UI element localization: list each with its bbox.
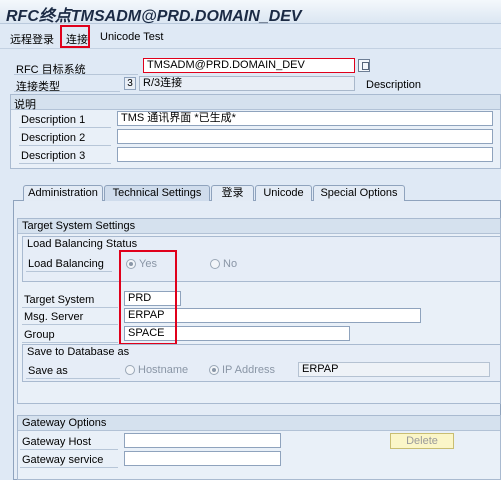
save-to-database-title: Save to Database as [27,346,130,358]
rfc-destination-field[interactable]: TMSADM@PRD.DOMAIN_DEV [143,58,355,73]
title-bar: RFC终点TMSADM@PRD.DOMAIN_DEV [0,0,501,25]
gateway-host-label: Gateway Host [22,436,92,448]
label-underline [22,342,118,343]
tab-special-options[interactable]: Special Options [313,185,405,201]
window-title: RFC终点TMSADM@PRD.DOMAIN_DEV [6,8,302,25]
tab-technical-settings[interactable]: Technical Settings [104,185,210,201]
msg-server-label: Msg. Server [24,311,84,323]
load-balancing-status-title: Load Balancing Status [27,238,138,250]
gateway-service-label: Gateway service [22,454,104,466]
gateway-service-field[interactable] [124,451,281,466]
label-underline [20,449,118,450]
label-underline [14,74,138,75]
label-underline [26,271,112,272]
target-system-settings-title: Target System Settings [22,220,136,232]
label-underline [19,127,111,128]
delete-button[interactable]: Delete [390,433,454,449]
save-as-hostname-label: Hostname [138,364,189,376]
load-balancing-label: Load Balancing [28,258,104,270]
description-section-title: 说明 [14,99,36,111]
description-1-field[interactable]: TMS 通讯界面 *已生成* [117,111,493,126]
label-underline [22,324,118,325]
description-section-header [11,95,500,110]
label-underline [14,91,120,92]
copy-icon[interactable] [358,59,370,72]
save-as-label: Save as [28,365,68,377]
gateway-options-title: Gateway Options [22,417,107,429]
target-system-label: Target System [24,294,95,306]
label-underline [19,145,111,146]
label-underline [26,378,120,379]
tab-logon[interactable]: 登录 [211,185,254,201]
label-underline [20,467,118,468]
description-3-field[interactable] [117,147,493,162]
connection-type-code: 3 [124,77,136,90]
save-as-ip-label: IP Address [222,364,275,376]
save-as-ip-radio[interactable] [209,365,219,375]
description-3-label: Description 3 [21,150,86,162]
description-column-label: Description [366,79,422,91]
group-label: Group [24,329,55,341]
description-2-label: Description 2 [21,132,86,144]
connection-type-field: R/3连接 [139,76,355,91]
highlight-box-connection [60,25,90,48]
tab-administration[interactable]: Administration [23,185,103,201]
load-balancing-no-radio[interactable] [210,259,220,269]
menu-unicode-test[interactable]: Unicode Test [100,31,163,43]
highlight-box-settings [119,250,177,345]
gateway-host-field[interactable] [124,433,281,448]
save-as-hostname-radio[interactable] [125,365,135,375]
label-underline [22,307,118,308]
description-1-label: Description 1 [21,114,86,126]
menu-remote-logon[interactable]: 远程登录 [10,31,54,47]
tab-unicode[interactable]: Unicode [255,185,312,201]
load-balancing-no-label: No [223,258,238,270]
label-underline [19,163,111,164]
save-as-value-field: ERPAP [298,362,490,377]
description-2-field[interactable] [117,129,493,144]
